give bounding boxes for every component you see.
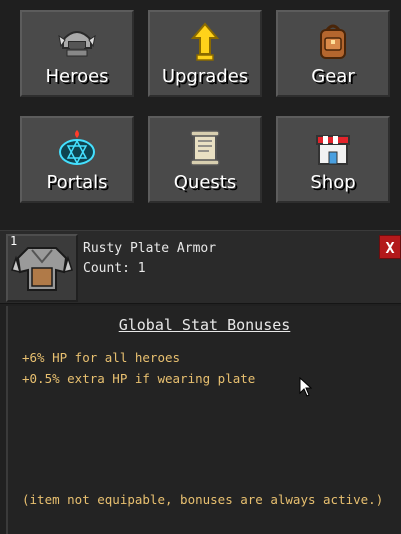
close-button[interactable]: X <box>379 235 401 259</box>
quests-label: Quests <box>173 172 237 193</box>
item-row[interactable]: 1 Rusty Plate Armor Count: 1 X <box>0 230 401 304</box>
portals-label: Portals <box>46 172 108 193</box>
bonus-title: Global Stat Bonuses <box>118 316 291 334</box>
item-count: Count: 1 <box>83 261 146 276</box>
portal-icon <box>59 130 95 165</box>
heroes-button[interactable]: Heroes <box>20 10 134 97</box>
bonus-footer: (item not equipable, bonuses are always … <box>22 492 384 507</box>
main-menu: Heroes Upgrades Gear Portals Quests Shop <box>0 0 401 230</box>
item-name: Rusty Plate Armor <box>83 241 217 256</box>
stat-bonus-panel: Global Stat Bonuses +6% HP for all heroe… <box>6 306 401 534</box>
up-arrow-icon <box>190 22 220 61</box>
helmet-icon <box>58 31 96 57</box>
portals-button[interactable]: Portals <box>20 116 134 203</box>
plate-armor-icon <box>11 247 73 291</box>
gear-button[interactable]: Gear <box>276 10 390 97</box>
quests-button[interactable]: Quests <box>148 116 262 203</box>
shop-icon <box>316 135 350 165</box>
shop-button[interactable]: Shop <box>276 116 390 203</box>
gear-label: Gear <box>311 66 355 87</box>
heroes-label: Heroes <box>45 66 109 87</box>
backpack-icon <box>320 24 346 59</box>
bonus-line: +6% HP for all heroes <box>22 350 181 365</box>
upgrades-button[interactable]: Upgrades <box>148 10 262 97</box>
bonus-line: +0.5% extra HP if wearing plate <box>22 371 256 386</box>
mouse-cursor-icon <box>299 377 313 397</box>
item-slot[interactable]: 1 <box>6 234 78 302</box>
scroll-icon <box>190 130 220 166</box>
shop-label: Shop <box>310 172 356 193</box>
upgrades-label: Upgrades <box>161 66 249 87</box>
